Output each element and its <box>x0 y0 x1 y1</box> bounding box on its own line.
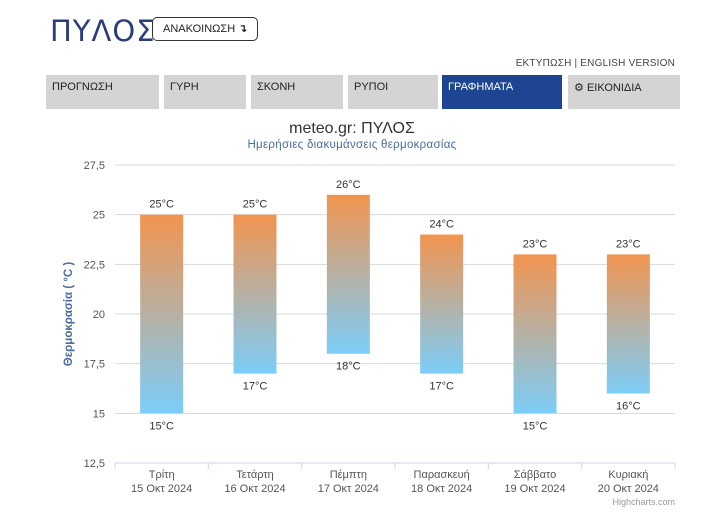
temperature-range-bar <box>420 234 464 374</box>
high-temp-label: 23°C <box>616 238 641 250</box>
x-date-label: 20 Οκτ 2024 <box>598 483 659 495</box>
x-day-label: Τετάρτη <box>236 469 274 481</box>
temperature-range-bar <box>140 214 184 414</box>
y-tick-label: 27,5 <box>84 160 105 172</box>
x-day-label: Κυριακή <box>608 469 648 481</box>
y-tick-label: 20 <box>93 309 105 321</box>
low-temp-label: 17°C <box>243 381 268 393</box>
low-temp-label: 18°C <box>336 361 361 373</box>
y-tick-label: 25 <box>93 210 105 222</box>
low-temp-label: 15°C <box>149 420 174 432</box>
y-tick-label: 12,5 <box>84 458 105 470</box>
high-temp-label: 25°C <box>243 199 268 211</box>
temperature-chart: 27,5 25 22,5 20 17,5 15 12,5 Θερμοκρασία ( °C )… <box>63 160 676 495</box>
x-date-label: 15 Οκτ 2024 <box>131 483 192 495</box>
x-date-label: 17 Οκτ 2024 <box>318 483 379 495</box>
highcharts-credit[interactable]: Highcharts.com <box>612 497 675 507</box>
y-tick-label: 15 <box>93 408 105 420</box>
x-day-label: Τρίτη <box>149 469 175 481</box>
temperature-range-bar <box>326 194 370 354</box>
high-temp-label: 26°C <box>336 179 361 191</box>
x-date-label: 16 Οκτ 2024 <box>224 483 285 495</box>
temperature-range-bar <box>606 254 650 394</box>
x-day-label: Παρασκευή <box>414 469 470 481</box>
temperature-range-bar <box>233 214 277 374</box>
temperature-range-bar <box>513 254 557 414</box>
y-tick-label: 22,5 <box>84 259 105 271</box>
x-date-label: 19 Οκτ 2024 <box>504 483 565 495</box>
x-day-label: Πέμπτη <box>330 469 367 481</box>
high-temp-label: 24°C <box>429 219 454 231</box>
high-temp-label: 23°C <box>523 238 548 250</box>
x-day-label: Σάββατο <box>514 469 556 481</box>
y-axis-title: Θερμοκρασία ( °C ) <box>63 262 75 367</box>
y-tick-label: 17,5 <box>84 359 105 371</box>
low-temp-label: 16°C <box>616 400 641 412</box>
x-date-label: 18 Οκτ 2024 <box>411 483 472 495</box>
low-temp-label: 17°C <box>429 381 454 393</box>
low-temp-label: 15°C <box>523 420 548 432</box>
high-temp-label: 25°C <box>149 199 174 211</box>
